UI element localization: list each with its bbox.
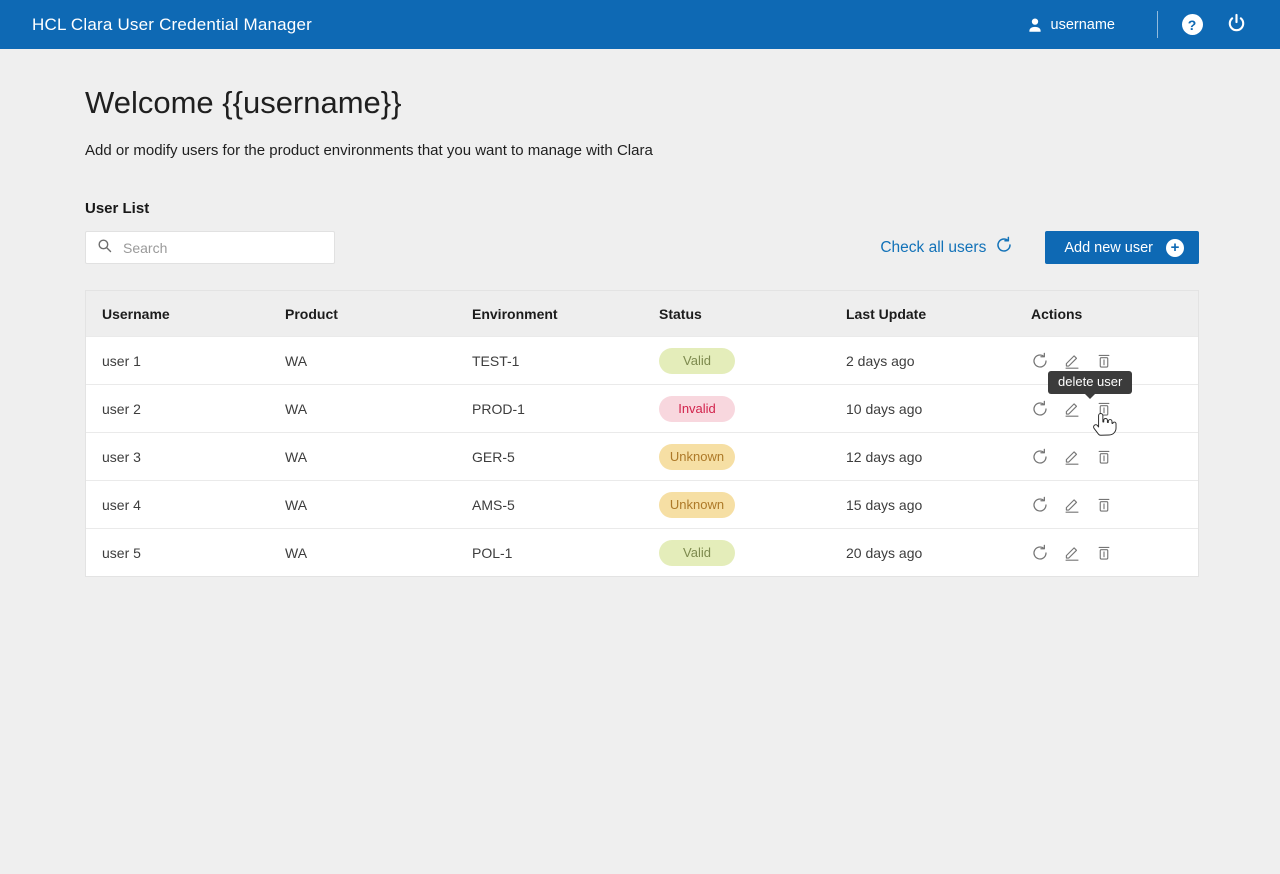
table-row: user 3 WA GER-5 Unknown 12 days ago — [86, 432, 1198, 480]
table-body: user 1 WA TEST-1 Valid 2 days ago — [86, 336, 1198, 576]
delete-user-button[interactable] — [1095, 544, 1113, 562]
col-environment: Environment — [456, 306, 643, 322]
table-row: user 1 WA TEST-1 Valid 2 days ago — [86, 336, 1198, 384]
col-product: Product — [269, 306, 456, 322]
refresh-user-button[interactable] — [1031, 400, 1049, 418]
table-row: user 2 WA PROD-1 Invalid 10 days ago — [86, 384, 1198, 432]
status-badge: Invalid — [659, 396, 735, 422]
refresh-user-button[interactable] — [1031, 496, 1049, 514]
user-table: Username Product Environment Status Last… — [85, 290, 1199, 577]
refresh-user-button[interactable] — [1031, 544, 1049, 562]
table-row: user 4 WA AMS-5 Unknown 15 days ago — [86, 480, 1198, 528]
col-last-update: Last Update — [830, 306, 1015, 322]
cell-product: WA — [269, 353, 456, 369]
cell-status: Valid — [643, 348, 830, 374]
status-badge: Valid — [659, 348, 735, 374]
edit-user-button[interactable] — [1063, 352, 1081, 370]
cell-status: Unknown — [643, 444, 830, 470]
search-input[interactable] — [121, 239, 324, 257]
refresh-user-button[interactable] — [1031, 448, 1049, 466]
col-username: Username — [86, 306, 269, 322]
delete-user-button[interactable] — [1095, 400, 1113, 418]
cell-actions — [1015, 529, 1198, 576]
cell-environment: AMS-5 — [456, 497, 643, 513]
edit-user-button[interactable] — [1063, 544, 1081, 562]
toolbar-right: Check all users Add new user + — [874, 231, 1199, 264]
cell-last-update: 10 days ago — [830, 401, 1015, 417]
cell-last-update: 2 days ago — [830, 353, 1015, 369]
user-list-heading: User List — [85, 200, 1199, 217]
search-box[interactable] — [85, 231, 335, 264]
help-button[interactable]: ? — [1170, 3, 1214, 47]
status-badge: Valid — [659, 540, 735, 566]
status-badge: Unknown — [659, 444, 735, 470]
cell-username: user 2 — [86, 401, 269, 417]
table-row: user 5 WA POL-1 Valid 20 days ago — [86, 528, 1198, 576]
app-title: HCL Clara User Credential Manager — [32, 15, 312, 35]
main-content: Welcome {{username}} Add or modify users… — [0, 85, 1280, 577]
cell-product: WA — [269, 449, 456, 465]
logout-button[interactable] — [1214, 3, 1258, 47]
toolbar: Check all users Add new user + — [85, 231, 1199, 264]
cell-username: user 3 — [86, 449, 269, 465]
delete-user-tooltip: delete user — [1048, 371, 1132, 394]
add-new-user-label: Add new user — [1064, 240, 1153, 256]
status-badge: Unknown — [659, 492, 735, 518]
cell-last-update: 20 days ago — [830, 545, 1015, 561]
search-icon — [96, 237, 121, 259]
cell-status: Unknown — [643, 492, 830, 518]
col-status: Status — [643, 306, 830, 322]
user-menu[interactable]: username — [1026, 16, 1115, 34]
cell-last-update: 12 days ago — [830, 449, 1015, 465]
cell-username: user 4 — [86, 497, 269, 513]
cell-environment: PROD-1 — [456, 401, 643, 417]
check-all-users-label: Check all users — [880, 239, 986, 257]
help-icon: ? — [1182, 14, 1203, 35]
cell-actions: delete user — [1015, 385, 1198, 432]
header-divider — [1157, 11, 1158, 38]
edit-user-button[interactable] — [1063, 496, 1081, 514]
cell-environment: POL-1 — [456, 545, 643, 561]
delete-user-button[interactable] — [1095, 352, 1113, 370]
cell-username: user 1 — [86, 353, 269, 369]
plus-icon: + — [1166, 239, 1184, 257]
cell-product: WA — [269, 545, 456, 561]
page-title: Welcome {{username}} — [85, 85, 1199, 121]
header-right: username ? — [1026, 3, 1258, 47]
cell-last-update: 15 days ago — [830, 497, 1015, 513]
add-new-user-button[interactable]: Add new user + — [1045, 231, 1199, 264]
power-icon — [1225, 12, 1248, 38]
cell-product: WA — [269, 401, 456, 417]
refresh-icon — [995, 236, 1013, 259]
table-header-row: Username Product Environment Status Last… — [86, 291, 1198, 336]
delete-user-button[interactable] — [1095, 448, 1113, 466]
user-icon — [1026, 16, 1044, 34]
cell-environment: GER-5 — [456, 449, 643, 465]
cell-environment: TEST-1 — [456, 353, 643, 369]
edit-user-button[interactable] — [1063, 448, 1081, 466]
check-all-users-link[interactable]: Check all users — [874, 235, 1019, 260]
cell-status: Invalid — [643, 396, 830, 422]
username-label: username — [1051, 17, 1115, 33]
edit-user-button[interactable] — [1063, 400, 1081, 418]
cell-username: user 5 — [86, 545, 269, 561]
cell-actions — [1015, 433, 1198, 480]
cell-product: WA — [269, 497, 456, 513]
app-header: HCL Clara User Credential Manager userna… — [0, 0, 1280, 49]
delete-user-button[interactable] — [1095, 496, 1113, 514]
cell-status: Valid — [643, 540, 830, 566]
refresh-user-button[interactable] — [1031, 352, 1049, 370]
page-subtitle: Add or modify users for the product envi… — [85, 142, 1199, 159]
col-actions: Actions — [1015, 306, 1198, 322]
cell-actions — [1015, 481, 1198, 528]
